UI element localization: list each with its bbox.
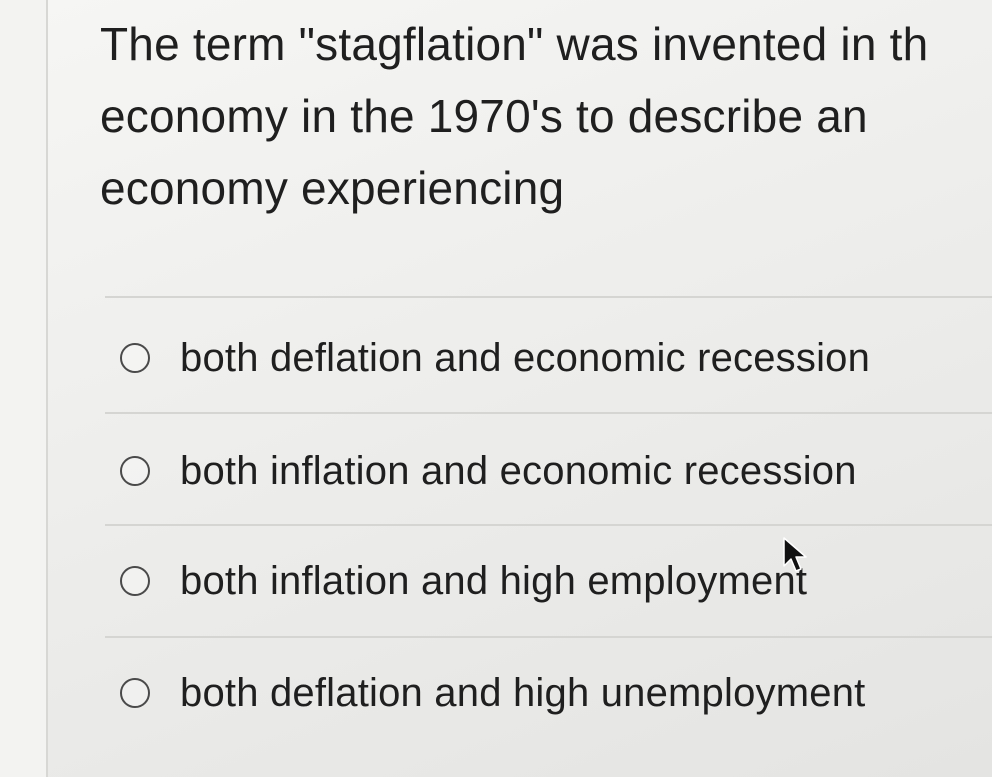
- answer-option-1[interactable]: both deflation and economic recession: [120, 330, 980, 386]
- radio-button[interactable]: [120, 678, 150, 708]
- mouse-pointer-icon: [783, 537, 807, 572]
- divider: [105, 524, 992, 526]
- question-line: economy experiencing: [100, 162, 565, 214]
- answer-option-2[interactable]: both inflation and economic recession: [120, 443, 980, 499]
- answer-option-4[interactable]: both deflation and high unemployment: [120, 665, 980, 721]
- divider: [105, 636, 992, 638]
- answer-option-label: both deflation and high unemployment: [180, 670, 866, 715]
- divider: [105, 412, 992, 414]
- divider: [105, 296, 992, 298]
- question-line: economy in the 1970's to describe an: [100, 90, 868, 142]
- answer-option-3[interactable]: both inflation and high employment: [120, 553, 980, 609]
- question-text: The term "stagflation" was invented in t…: [100, 8, 992, 224]
- answer-option-label: both deflation and economic recession: [180, 335, 871, 380]
- question-line: The term "stagflation" was invented in t…: [100, 18, 929, 70]
- radio-button[interactable]: [120, 456, 150, 486]
- left-margin-panel: [0, 0, 48, 777]
- answer-option-label: both inflation and high employment: [180, 558, 808, 603]
- radio-button[interactable]: [120, 566, 150, 596]
- radio-button[interactable]: [120, 343, 150, 373]
- answer-option-label: both inflation and economic recession: [180, 448, 857, 493]
